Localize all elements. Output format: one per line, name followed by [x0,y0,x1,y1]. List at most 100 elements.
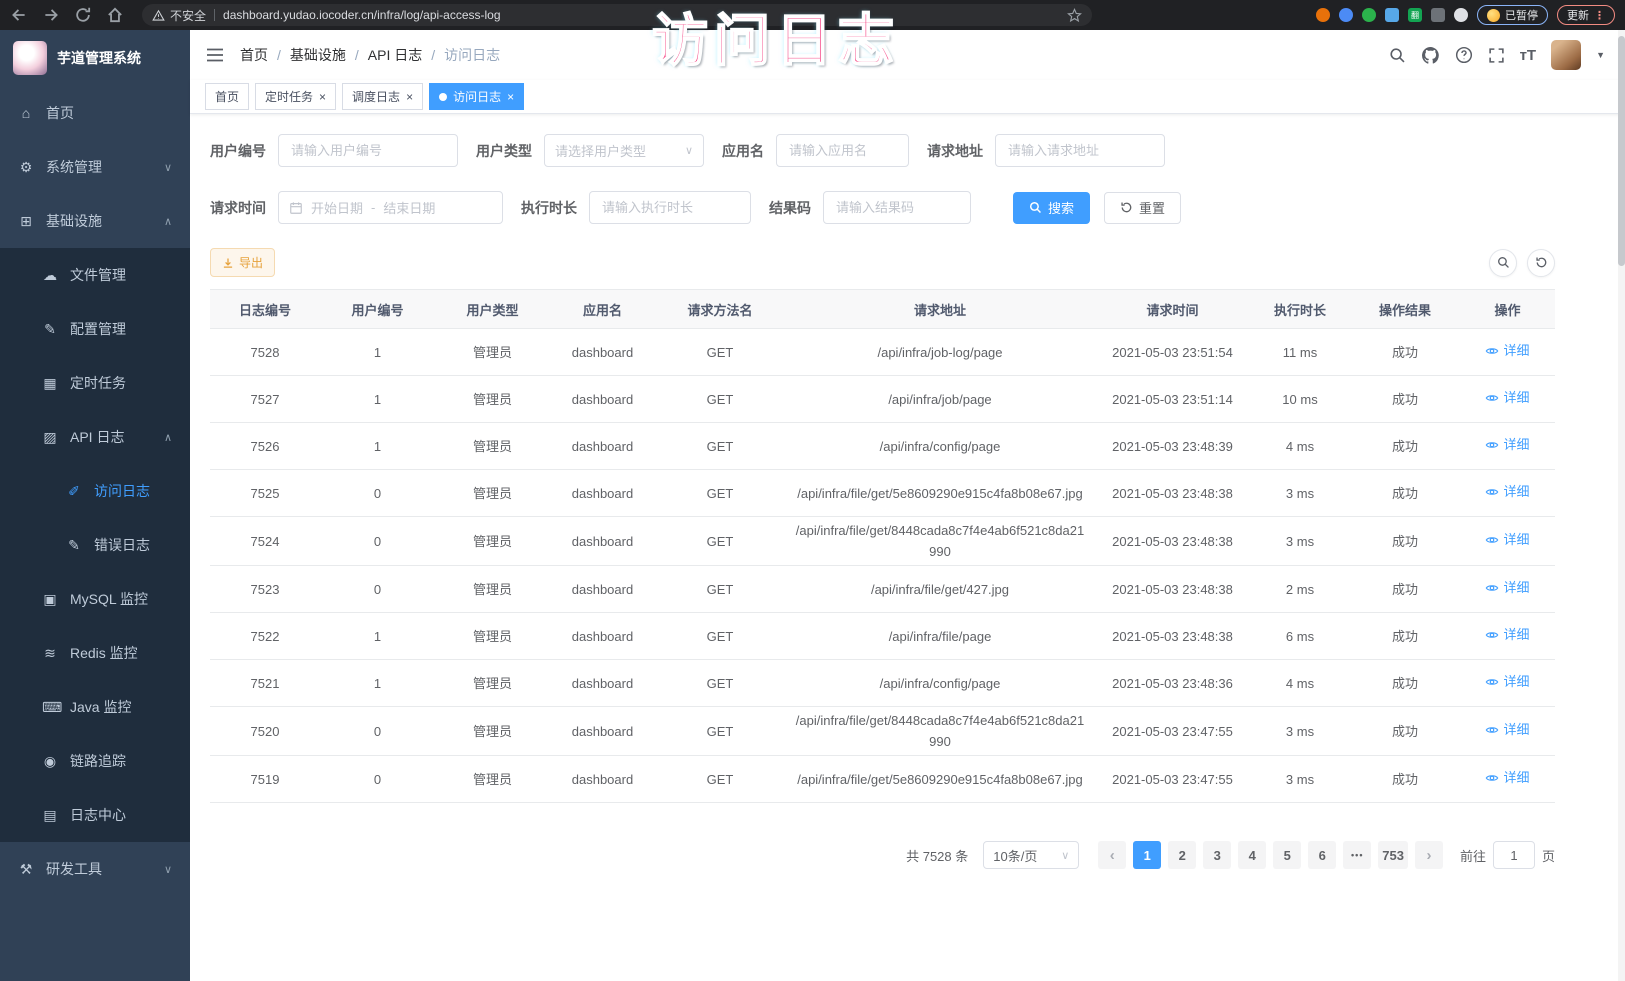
detail-link[interactable]: 详细 [1485,624,1529,645]
sidebar-item-定时任务[interactable]: ▦定时任务 [0,356,190,410]
font-size-icon[interactable]: ᴛT [1520,47,1537,64]
page-button-1[interactable]: 1 [1133,841,1161,869]
home-icon[interactable] [106,6,124,24]
sidebar-item-文件管理[interactable]: ☁文件管理 [0,248,190,302]
sidebar-item-Redis-监控[interactable]: ≋Redis 监控 [0,626,190,680]
hamburger-icon[interactable] [206,47,224,63]
browser-menu-icon[interactable]: ⋮ [1594,9,1605,22]
page-button-753[interactable]: 753 [1378,841,1408,869]
cell-user-type: 管理员 [435,673,550,694]
refresh-table-button[interactable] [1527,249,1555,277]
page-button-2[interactable]: 2 [1168,841,1196,869]
tab-定时任务[interactable]: 定时任务× [255,83,336,110]
app-name-label: 应用名 [722,141,764,161]
user-id-input[interactable] [278,134,458,167]
sidebar-item-访问日志[interactable]: ✐访问日志 [0,464,190,518]
detail-link[interactable]: 详细 [1485,529,1529,550]
breadcrumb-item[interactable]: API 日志 [368,45,422,65]
request-url-input[interactable] [995,134,1165,167]
close-icon[interactable]: × [319,91,326,103]
detail-link[interactable]: 详细 [1485,577,1529,598]
extension-shield-icon[interactable] [1339,8,1353,22]
detail-link[interactable]: 详细 [1485,671,1529,692]
sidebar-item-基础设施[interactable]: ⊞基础设施∧ [0,194,190,248]
eye-icon [1485,485,1499,499]
page-button-5[interactable]: 5 [1273,841,1301,869]
breadcrumb-item[interactable]: 首页 [240,45,268,65]
page-scrollbar[interactable] [1618,30,1625,981]
cell-duration: 4 ms [1250,436,1350,457]
search-icon[interactable] [1389,47,1406,64]
security-label: 不安全 [170,7,206,24]
fullscreen-icon[interactable] [1488,47,1505,64]
bookmark-star-icon[interactable] [1067,8,1082,23]
reload-icon[interactable] [74,6,92,24]
user-avatar[interactable] [1551,40,1581,70]
table-row: 75211管理员dashboardGET/api/infra/config/pa… [210,660,1555,707]
sidebar-item-研发工具[interactable]: ⚒研发工具∨ [0,842,190,896]
tab-首页[interactable]: 首页 [205,83,249,110]
extension-green-circle-icon[interactable] [1362,8,1376,22]
sidebar-item-MySQL-监控[interactable]: ▣MySQL 监控 [0,572,190,626]
avatar-caret-icon[interactable]: ▼ [1596,50,1605,60]
scheduled-job-icon: ▦ [42,375,58,392]
extension-gray-icon[interactable] [1431,8,1445,22]
sidebar-item-系统管理[interactable]: ⚙系统管理∨ [0,140,190,194]
goto-page-input[interactable] [1493,841,1535,869]
cell-app-name: dashboard [550,436,655,457]
sidebar-item-错误日志[interactable]: ✎错误日志 [0,518,190,572]
url-text[interactable]: dashboard.yudao.iocoder.cn/infra/log/api… [223,8,1059,22]
breadcrumb-item[interactable]: 基础设施 [290,45,346,65]
app-name-input[interactable] [776,134,909,167]
export-button[interactable]: 导出 [210,248,275,277]
detail-link[interactable]: 详细 [1485,767,1529,788]
sidebar-item-日志中心[interactable]: ▤日志中心 [0,788,190,842]
page-button-4[interactable]: 4 [1238,841,1266,869]
duration-input[interactable] [589,191,751,224]
back-icon[interactable] [10,6,28,24]
sidebar-item-链路追踪[interactable]: ◉链路追踪 [0,734,190,788]
forward-icon[interactable] [42,6,60,24]
sidebar-item-Java-监控[interactable]: ⌨Java 监控 [0,680,190,734]
search-button[interactable]: 搜索 [1013,192,1090,224]
page-button-6[interactable]: 6 [1308,841,1336,869]
next-page-button[interactable]: › [1415,841,1443,869]
request-time-range-picker[interactable]: 开始日期 - 结束日期 [278,191,503,224]
page-size-select[interactable]: 10条/页 ∨ [983,841,1079,869]
extension-translate-icon[interactable]: 翻 [1408,8,1422,22]
site-security-chip[interactable]: 不安全 [152,7,206,24]
result-code-input[interactable] [823,191,971,224]
more-pages-button[interactable]: ••• [1343,841,1371,869]
goto-unit: 页 [1542,846,1555,865]
detail-link[interactable]: 详细 [1485,387,1529,408]
close-icon[interactable]: × [406,91,413,103]
reset-button[interactable]: 重置 [1104,192,1181,224]
sidebar-item-首页[interactable]: ⌂首页 [0,86,190,140]
cell-request-time: 2021-05-03 23:47:55 [1095,769,1250,790]
scrollbar-thumb[interactable] [1618,36,1625,266]
cell-app-name: dashboard [550,721,655,742]
app-logo-row[interactable]: 芋道管理系统 [0,30,190,86]
user-type-select[interactable]: 请选择用户类型 ∨ [544,134,704,167]
prev-page-button[interactable]: ‹ [1098,841,1126,869]
help-icon[interactable] [1455,46,1473,64]
detail-link[interactable]: 详细 [1485,719,1529,740]
tab-访问日志[interactable]: 访问日志× [429,83,524,110]
detail-link[interactable]: 详细 [1485,340,1529,361]
detail-link[interactable]: 详细 [1485,434,1529,455]
cell-actions: 详细 [1460,624,1555,648]
page-button-3[interactable]: 3 [1203,841,1231,869]
sidebar-item-配置管理[interactable]: ✎配置管理 [0,302,190,356]
address-bar[interactable]: 不安全 dashboard.yudao.iocoder.cn/infra/log… [142,4,1092,26]
close-icon[interactable]: × [507,91,514,103]
toggle-search-button[interactable] [1489,249,1517,277]
tab-调度日志[interactable]: 调度日志× [342,83,423,110]
github-icon[interactable] [1421,46,1440,65]
extension-orange-icon[interactable] [1316,8,1330,22]
extensions-puzzle-icon[interactable] [1454,8,1468,22]
detail-link[interactable]: 详细 [1485,481,1529,502]
extension-colorful-icon[interactable] [1385,8,1399,22]
paused-extension-badge[interactable]: 已暂停 [1477,5,1548,25]
browser-update-button[interactable]: 更新 ⋮ [1557,5,1615,25]
sidebar-item-API-日志[interactable]: ▨API 日志∧ [0,410,190,464]
